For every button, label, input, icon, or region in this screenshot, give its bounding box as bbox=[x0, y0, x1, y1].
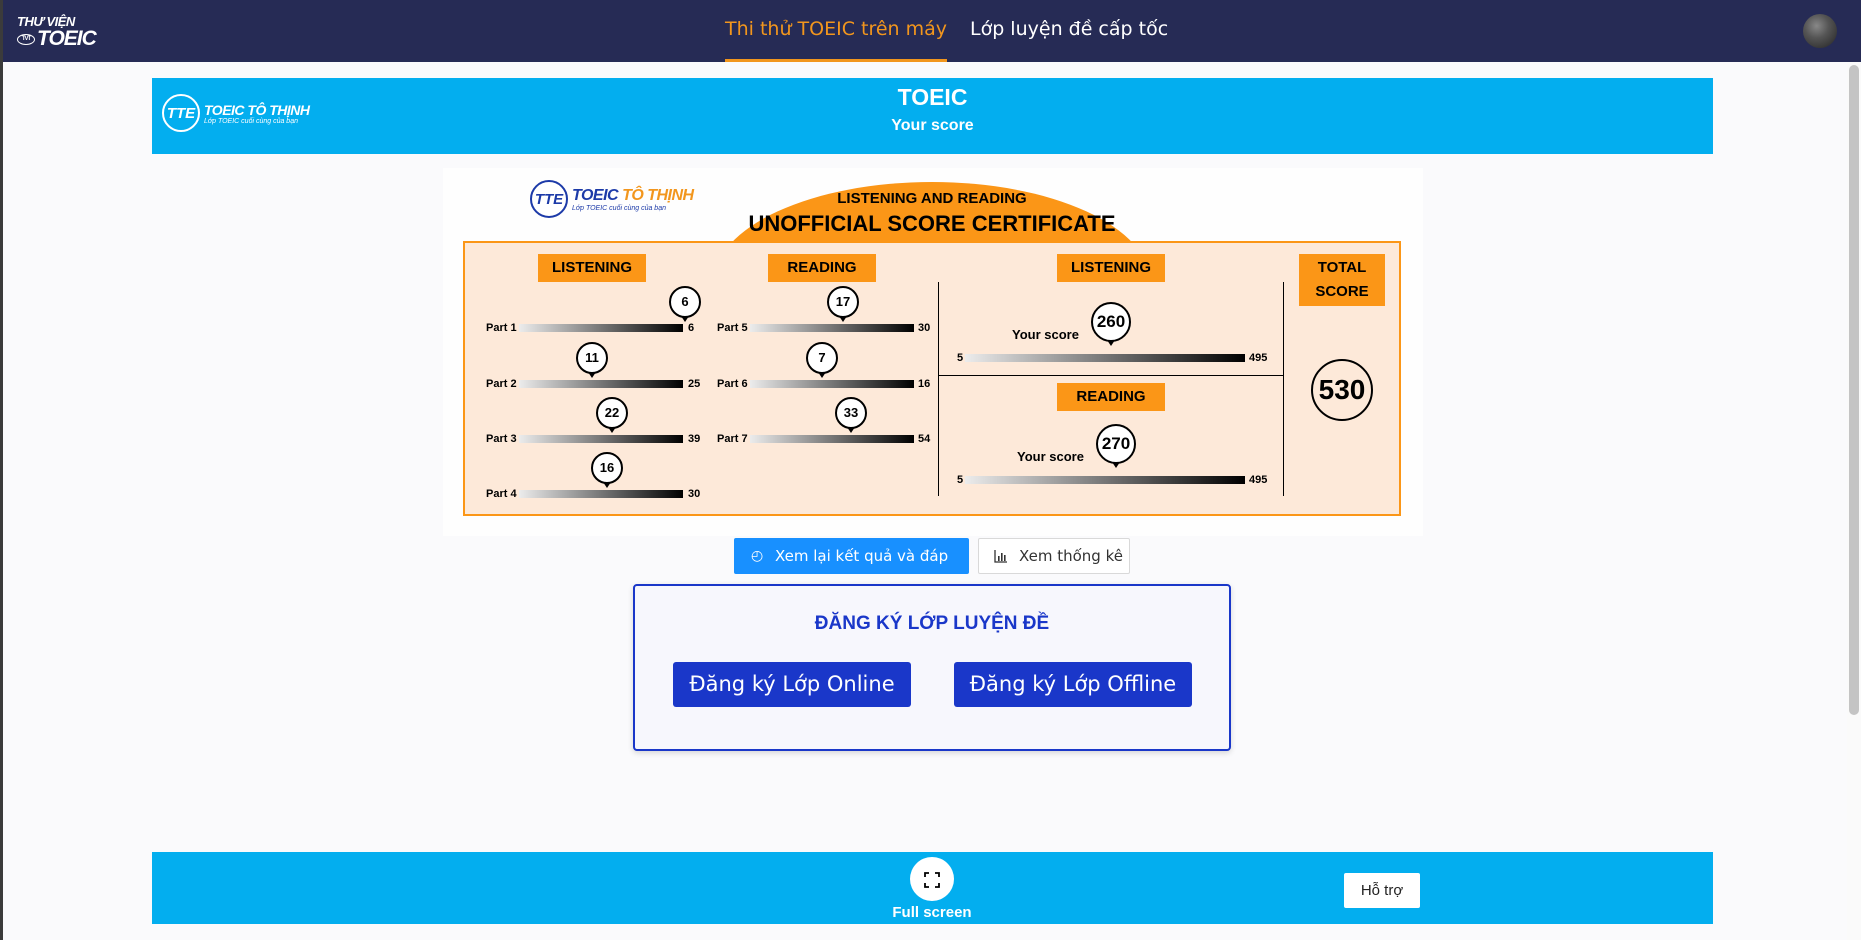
part-bar bbox=[750, 380, 914, 388]
part-bar bbox=[750, 435, 914, 443]
certificate-heading-big: UNOFFICIAL SCORE CERTIFICATE bbox=[748, 211, 1116, 236]
certificate-logo: TTE TOEIC TÔ THỊNH Lớp TOEIC cuối cùng c… bbox=[530, 180, 694, 218]
listening-score-bubble: 260 bbox=[1091, 302, 1131, 346]
page-subtitle: Your score bbox=[891, 117, 974, 134]
tab-crash-course[interactable]: Lớp luyện đề cấp tốc bbox=[970, 0, 1168, 62]
fullscreen-icon bbox=[923, 868, 941, 890]
register-panel: ĐĂNG KÝ LỚP LUYỆN ĐỀ Đăng ký Lớp Online … bbox=[633, 584, 1231, 751]
part-bar bbox=[519, 324, 683, 332]
avatar[interactable] bbox=[1803, 14, 1837, 48]
brand-logo[interactable]: THƯ VIỆN TVT TOEIC bbox=[17, 15, 97, 50]
listening-summary-tag: LISTENING bbox=[1057, 254, 1165, 282]
certificate-logo-text-a: TOEIC bbox=[572, 186, 619, 204]
bar-chart-icon bbox=[994, 539, 1008, 573]
part-max: 25 bbox=[688, 378, 701, 390]
header-logo: TTE TOEIC TÔ THỊNH Lớp TOEIC cuối cùng c… bbox=[162, 94, 310, 132]
part-bar bbox=[750, 324, 914, 332]
header-logo-tagline: Lớp TOEIC cuối cùng của bạn bbox=[204, 117, 298, 125]
listening-total-bar bbox=[965, 354, 1245, 362]
part-max: 39 bbox=[688, 433, 701, 445]
part-max: 30 bbox=[918, 322, 931, 334]
part-label: Part 7 bbox=[717, 433, 748, 445]
total-tag-line1: TOTAL bbox=[1317, 259, 1367, 276]
part-max: 30 bbox=[688, 488, 701, 500]
reading-total-bar bbox=[965, 476, 1245, 484]
divider-left bbox=[938, 282, 939, 496]
part-bar bbox=[519, 435, 683, 443]
your-score-label: Your score bbox=[1017, 449, 1084, 464]
history-icon: ◴ bbox=[751, 548, 764, 564]
support-button[interactable]: Hỗ trợ bbox=[1344, 873, 1420, 908]
scrollbar-thumb[interactable] bbox=[1849, 65, 1859, 715]
register-offline-button[interactable]: Đăng ký Lớp Offline bbox=[954, 662, 1192, 707]
fullscreen-label: Full screen bbox=[892, 904, 972, 921]
reading-max: 495 bbox=[1249, 474, 1268, 486]
total-score-tag: TOTAL SCORE bbox=[1299, 254, 1385, 306]
top-navbar: THƯ VIỆN TVT TOEIC Thi thử TOEIC trên máy… bbox=[3, 0, 1861, 62]
part-score-bubble: 33 bbox=[835, 397, 867, 433]
listening-tag: LISTENING bbox=[538, 254, 646, 282]
part-score-bubble: 22 bbox=[596, 397, 628, 433]
reading-score-bubble: 270 bbox=[1096, 424, 1136, 468]
listening-max: 495 bbox=[1249, 352, 1268, 364]
part-bar bbox=[519, 490, 683, 498]
part-score-bubble: 17 bbox=[827, 286, 859, 322]
page-title: TOEIC bbox=[897, 84, 968, 110]
part-label: Part 4 bbox=[486, 488, 517, 500]
divider-right bbox=[1283, 282, 1284, 496]
reading-min: 5 bbox=[957, 474, 964, 486]
tab-online-test[interactable]: Thi thử TOEIC trên máy bbox=[725, 0, 948, 62]
total-score-circle: 530 bbox=[1311, 359, 1373, 421]
listening-min: 5 bbox=[957, 352, 964, 364]
brand-badge: TVT bbox=[17, 33, 35, 45]
header-logo-mark: TTE bbox=[162, 94, 200, 132]
reading-summary-tag: READING bbox=[1057, 383, 1165, 411]
certificate-logo-tagline: Lớp TOEIC cuối cùng của bạn bbox=[572, 204, 666, 212]
divider-middle bbox=[938, 375, 1284, 376]
part-max: 54 bbox=[918, 433, 931, 445]
certificate-heading-small: LISTENING AND READING bbox=[837, 190, 1027, 207]
part-max: 16 bbox=[918, 378, 931, 390]
part-score-bubble: 6 bbox=[669, 286, 701, 322]
header-logo-text: TOEIC TÔ THỊNH bbox=[204, 101, 310, 118]
part-label: Part 2 bbox=[486, 378, 517, 390]
fullscreen-button[interactable] bbox=[910, 857, 954, 901]
part-label: Part 1 bbox=[486, 322, 517, 334]
part-bar bbox=[519, 380, 683, 388]
brand-line2: TOEIC bbox=[37, 27, 97, 50]
part-score-bubble: 11 bbox=[576, 342, 608, 378]
part-score-bubble: 16 bbox=[591, 452, 623, 488]
certificate-logo-text-b: TÔ THỊNH bbox=[622, 186, 694, 204]
part-label: Part 3 bbox=[486, 433, 517, 445]
register-online-button[interactable]: Đăng ký Lớp Online bbox=[673, 662, 911, 707]
part-label: Part 6 bbox=[717, 378, 748, 390]
part-max: 6 bbox=[688, 322, 695, 334]
part-score-bubble: 7 bbox=[806, 342, 838, 378]
total-tag-line2: SCORE bbox=[1315, 283, 1369, 300]
review-answers-button[interactable]: ◴ Xem lại kết quả và đáp án bbox=[734, 538, 969, 601]
part-label: Part 5 bbox=[717, 322, 748, 334]
score-header: TOEIC Your score bbox=[152, 78, 1713, 154]
your-score-label: Your score bbox=[1012, 327, 1079, 342]
view-stats-label: Xem thống kê bbox=[1019, 547, 1123, 565]
register-title: ĐĂNG KÝ LỚP LUYỆN ĐỀ bbox=[814, 613, 1050, 634]
reading-tag: READING bbox=[768, 254, 876, 282]
view-stats-button[interactable]: Xem thống kê bbox=[978, 538, 1130, 574]
certificate-logo-mark: TTE bbox=[530, 180, 568, 218]
